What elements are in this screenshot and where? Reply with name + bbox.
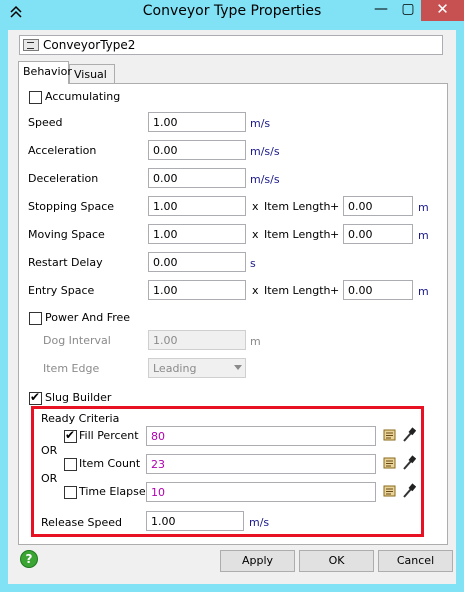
item-edge-value: Leading bbox=[153, 362, 197, 375]
time-elapsed-input[interactable]: 10 bbox=[146, 482, 376, 502]
entry-space-input[interactable]: 1.00 bbox=[148, 280, 246, 300]
release-speed-input[interactable]: 1.00 bbox=[146, 511, 244, 531]
power-and-free-checkbox[interactable] bbox=[29, 312, 42, 325]
tab-behavior[interactable]: Behavior bbox=[18, 61, 72, 84]
acceleration-unit: m/s/s bbox=[250, 145, 280, 158]
moving-space-input[interactable]: 1.00 bbox=[148, 224, 246, 244]
release-speed-unit: m/s bbox=[249, 516, 270, 529]
item-edge-label: Item Edge bbox=[43, 362, 100, 375]
stopping-space-item-length-label: Item Length bbox=[264, 200, 331, 213]
script-icon[interactable] bbox=[382, 484, 398, 498]
accumulating-checkbox[interactable] bbox=[29, 91, 42, 104]
speed-label: Speed bbox=[28, 116, 63, 129]
chevron-down-icon bbox=[234, 365, 242, 370]
slug-builder-label: Slug Builder bbox=[45, 391, 112, 404]
name-field-icon bbox=[23, 39, 39, 51]
entry-space-item-length-label: Item Length bbox=[264, 284, 331, 297]
item-count-input[interactable]: 23 bbox=[146, 454, 376, 474]
dialog-client: ConveyorType2 Behavior Visual Accumulati… bbox=[8, 30, 456, 584]
script-icon[interactable] bbox=[382, 456, 398, 470]
stopping-space-plus: + bbox=[330, 200, 340, 213]
power-and-free-label: Power And Free bbox=[45, 311, 131, 324]
stopping-space-multiply: x bbox=[252, 200, 259, 213]
cancel-button[interactable]: Cancel bbox=[378, 550, 453, 572]
dialog-footer: ? Apply OK Cancel bbox=[8, 547, 456, 577]
fill-percent-label: Fill Percent bbox=[79, 429, 139, 442]
fill-percent-input[interactable]: 80 bbox=[146, 426, 376, 446]
stopping-space-input[interactable]: 1.00 bbox=[148, 196, 246, 216]
deceleration-input[interactable]: 0.00 bbox=[148, 168, 246, 188]
dog-interval-unit: m bbox=[250, 335, 261, 348]
maximize-button[interactable]: ▢ bbox=[395, 0, 421, 21]
item-edge-select[interactable]: Leading bbox=[148, 358, 246, 378]
moving-space-multiply: x bbox=[252, 228, 259, 241]
eyedropper-icon[interactable] bbox=[402, 427, 416, 443]
accumulating-label: Accumulating bbox=[45, 90, 121, 103]
item-count-checkbox[interactable] bbox=[64, 458, 77, 471]
slug-builder-checkbox[interactable] bbox=[29, 390, 42, 405]
entry-space-label: Entry Space bbox=[28, 284, 95, 297]
acceleration-label: Acceleration bbox=[28, 144, 97, 157]
fill-percent-checkbox[interactable] bbox=[64, 428, 77, 443]
deceleration-unit: m/s/s bbox=[250, 173, 280, 186]
time-elapsed-label: Time Elapsed bbox=[79, 485, 153, 498]
moving-space-plus: + bbox=[330, 228, 340, 241]
deceleration-label: Deceleration bbox=[28, 172, 99, 185]
time-elapsed-checkbox[interactable] bbox=[64, 486, 77, 499]
moving-space-offset-input[interactable]: 0.00 bbox=[343, 224, 413, 244]
restart-delay-unit: s bbox=[250, 257, 256, 270]
help-icon[interactable]: ? bbox=[20, 550, 38, 568]
or-label-2: OR bbox=[41, 472, 58, 485]
moving-space-item-length-label: Item Length bbox=[264, 228, 331, 241]
object-name-field[interactable]: ConveyorType2 bbox=[19, 35, 443, 55]
stopping-space-offset-input[interactable]: 0.00 bbox=[343, 196, 413, 216]
eyedropper-icon[interactable] bbox=[402, 483, 416, 499]
title-bar[interactable]: Conveyor Type Properties — ▢ ✕ bbox=[0, 0, 464, 24]
stopping-space-label: Stopping Space bbox=[28, 200, 115, 213]
restart-delay-label: Restart Delay bbox=[28, 256, 103, 269]
ok-button[interactable]: OK bbox=[299, 550, 374, 572]
dog-interval-input[interactable]: 1.00 bbox=[148, 330, 246, 350]
entry-space-unit: m bbox=[418, 285, 429, 298]
tab-visual[interactable]: Visual bbox=[69, 64, 115, 85]
speed-input[interactable]: 1.00 bbox=[148, 112, 246, 132]
close-button[interactable]: ✕ bbox=[421, 0, 464, 21]
restart-delay-input[interactable]: 0.00 bbox=[148, 252, 246, 272]
eyedropper-icon[interactable] bbox=[402, 455, 416, 471]
moving-space-label: Moving Space bbox=[28, 228, 105, 241]
apply-button[interactable]: Apply bbox=[220, 550, 295, 572]
speed-unit: m/s bbox=[250, 117, 271, 130]
entry-space-multiply: x bbox=[252, 284, 259, 297]
minimize-button[interactable]: — bbox=[368, 0, 394, 21]
moving-space-unit: m bbox=[418, 229, 429, 242]
dialog-window: Conveyor Type Properties — ▢ ✕ ConveyorT… bbox=[0, 0, 464, 592]
or-label-1: OR bbox=[41, 444, 58, 457]
dog-interval-label: Dog Interval bbox=[43, 334, 111, 347]
ready-criteria-label: Ready Criteria bbox=[41, 412, 120, 425]
item-count-label: Item Count bbox=[79, 457, 141, 470]
acceleration-input[interactable]: 0.00 bbox=[148, 140, 246, 160]
script-icon[interactable] bbox=[382, 428, 398, 442]
object-name-value: ConveyorType2 bbox=[43, 38, 136, 52]
stopping-space-unit: m bbox=[418, 201, 429, 214]
entry-space-plus: + bbox=[330, 284, 340, 297]
entry-space-offset-input[interactable]: 0.00 bbox=[343, 280, 413, 300]
release-speed-label: Release Speed bbox=[41, 516, 122, 529]
